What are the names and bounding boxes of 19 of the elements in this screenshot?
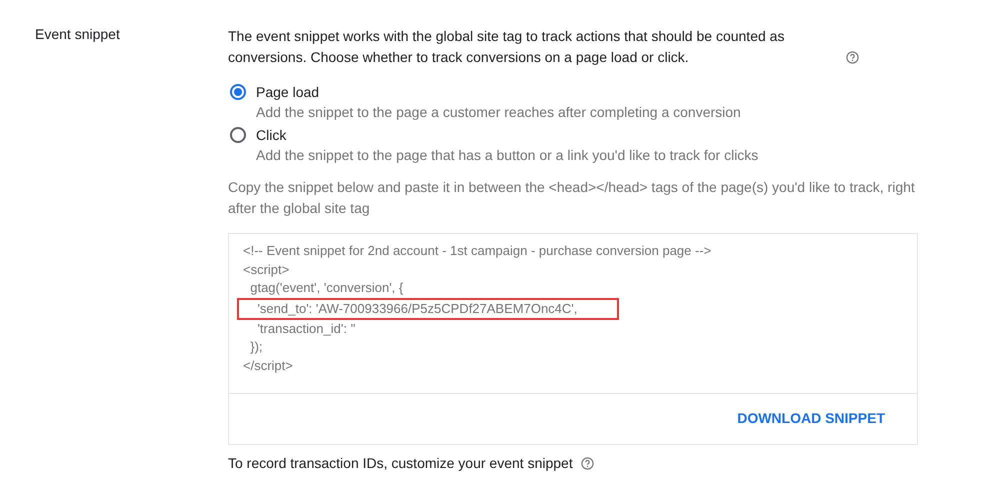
section-label: Event snippet — [35, 26, 120, 42]
help-icon[interactable] — [580, 457, 594, 470]
code-line: <script> — [243, 262, 290, 276]
option-label[interactable]: Page load — [256, 82, 741, 102]
download-snippet-button[interactable]: DOWNLOAD SNIPPET — [737, 406, 885, 430]
code-line: </script> — [243, 358, 293, 372]
code-line: }); — [249, 339, 263, 354]
radio-button[interactable] — [230, 127, 246, 143]
code-line: <!-- Event snippet for 2nd account - 1st campaign - purchase conversion page --> — [243, 243, 712, 258]
option-description: Add the snippet to the page that has a button or a link you'd like to track for clicks — [256, 146, 758, 165]
option-description: Add the snippet to the page a customer reaches after completing a conversion — [256, 103, 741, 122]
footer-text: To record transaction IDs, customize your event snippet — [228, 455, 573, 471]
option-label[interactable]: Click — [256, 125, 758, 145]
instructions-text: Copy the snippet below and paste it in between the <head></head> tags of the page(s) you'd like to track, right after the global site tag — [228, 178, 916, 218]
code-line: gtag('event', 'conversion', { — [249, 280, 404, 295]
code-line: 'transaction_id': '' — [256, 320, 356, 336]
radio-button[interactable] — [230, 84, 246, 100]
help-icon[interactable] — [846, 51, 859, 64]
intro-text: The event snippet works with the global site tag to track actions that should be counted as conversions. Choose whether to track conversions on a page load or click. — [228, 27, 786, 67]
